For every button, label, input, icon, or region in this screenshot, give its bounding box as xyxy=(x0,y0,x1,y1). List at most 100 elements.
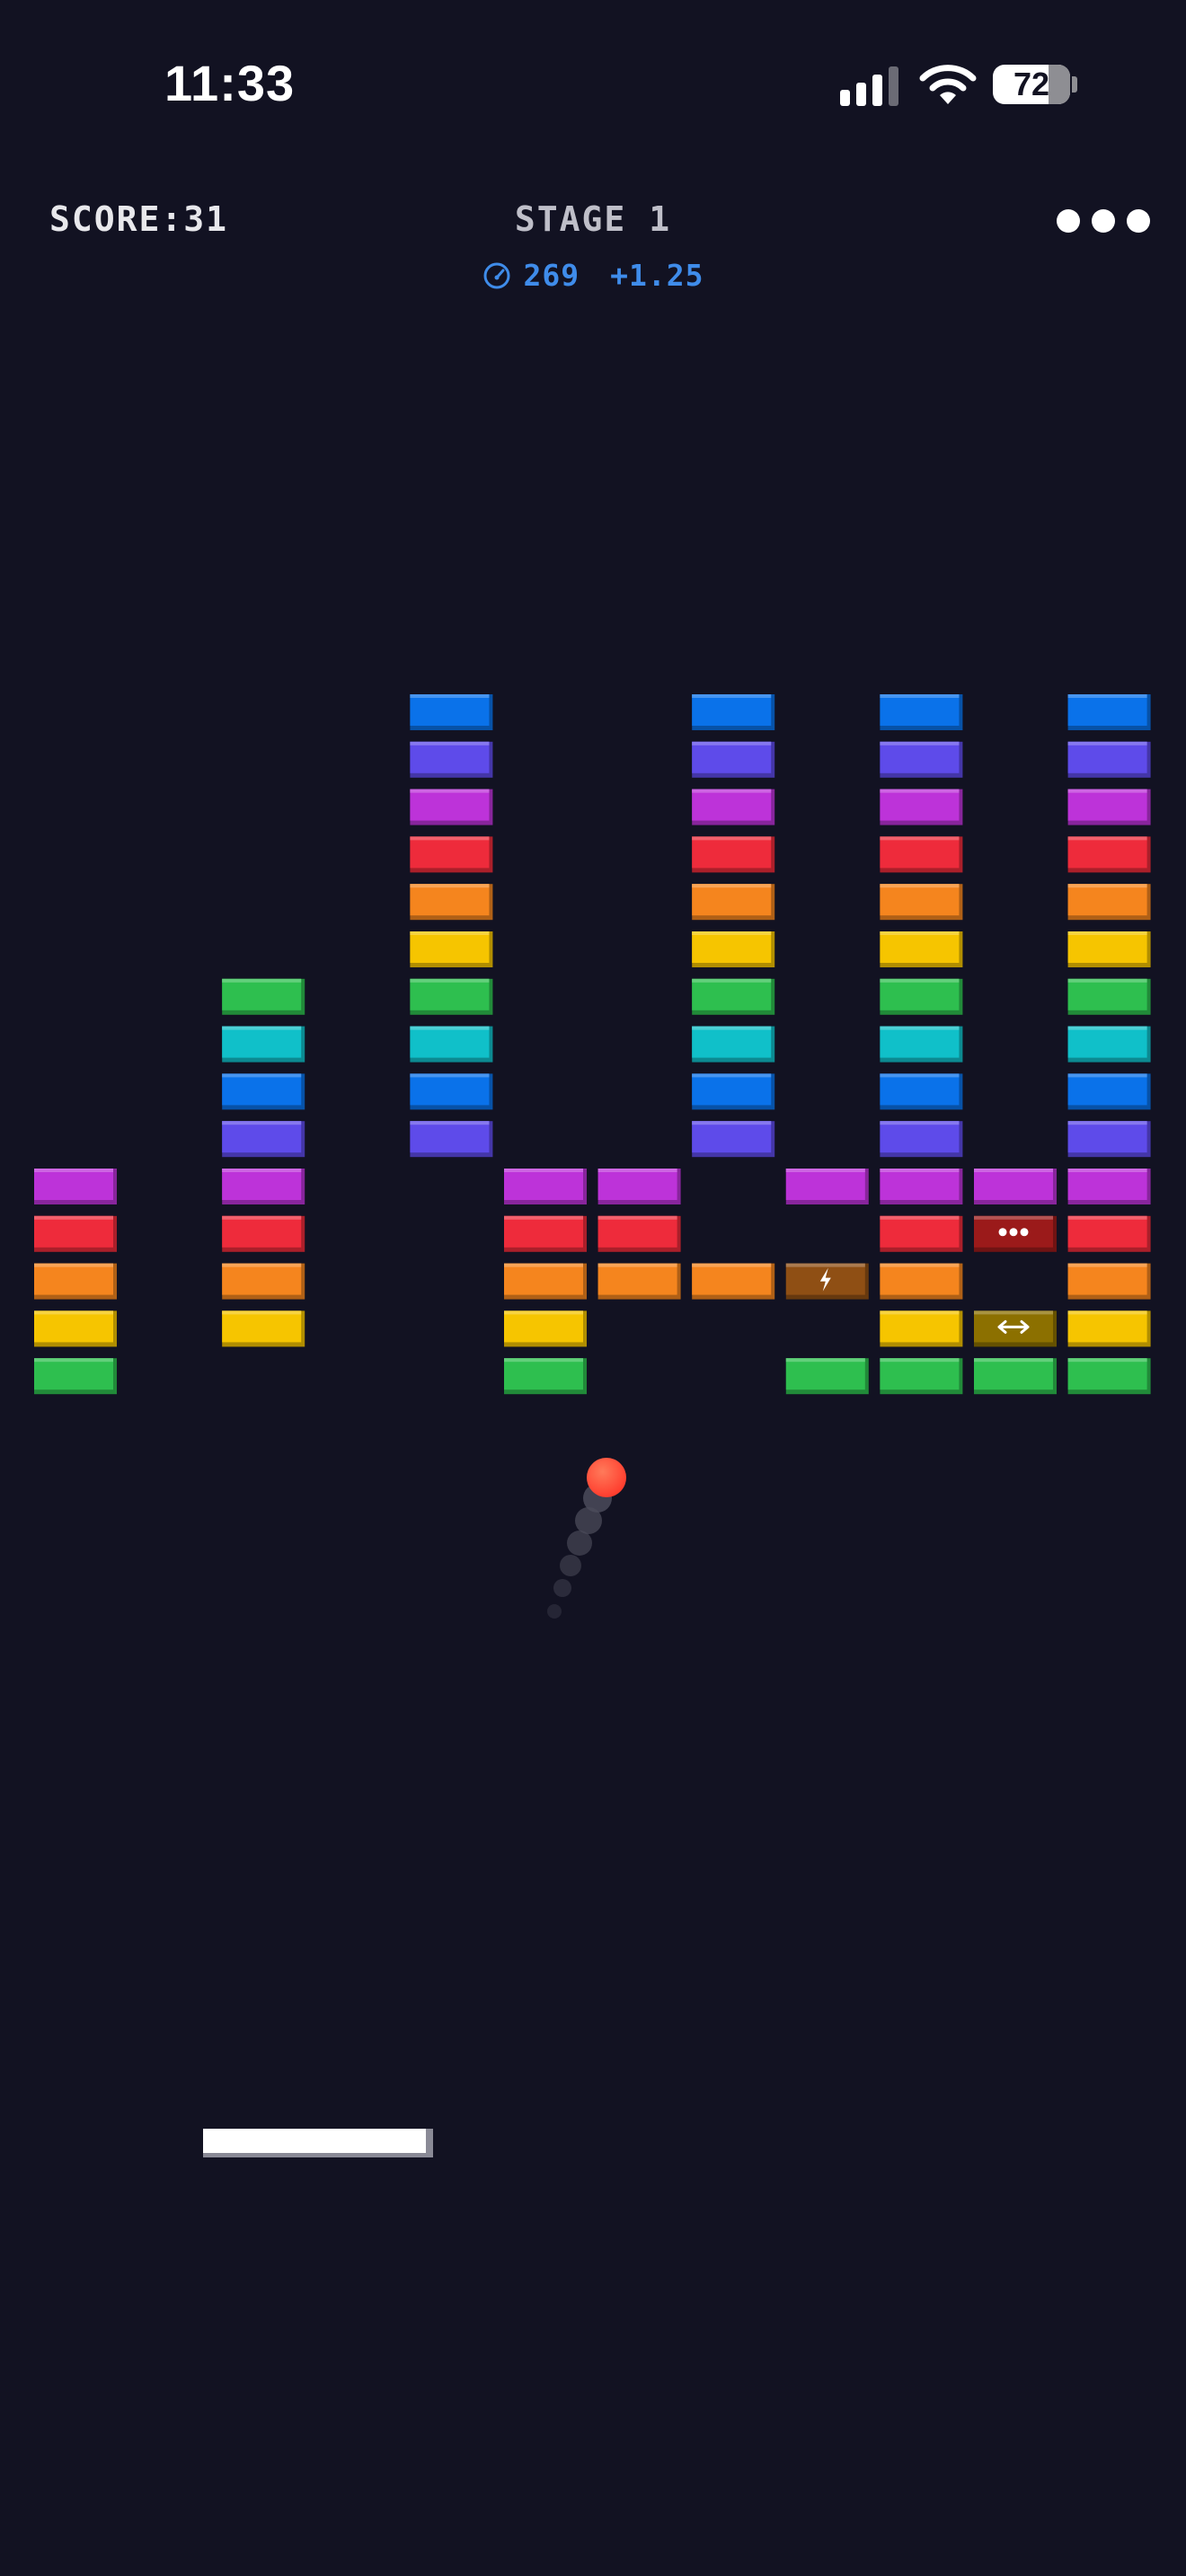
powerup-brick xyxy=(974,1310,1057,1347)
brick xyxy=(785,1358,869,1395)
brick xyxy=(880,1073,963,1110)
brick xyxy=(504,1215,587,1252)
brick xyxy=(34,1169,117,1204)
ball-trail xyxy=(547,1458,626,1619)
brick xyxy=(880,1026,963,1063)
brick xyxy=(504,1310,587,1347)
ball xyxy=(587,1458,626,1497)
more-menu-button[interactable] xyxy=(1057,203,1150,239)
brick xyxy=(597,1215,681,1252)
trail-dot xyxy=(567,1531,592,1556)
brick xyxy=(692,1121,775,1158)
brick xyxy=(410,836,493,873)
trail-dot xyxy=(553,1579,571,1597)
brick xyxy=(880,789,963,825)
brick xyxy=(34,1215,117,1252)
brick xyxy=(880,884,963,921)
brick xyxy=(1067,1310,1151,1347)
speed-display: 269 +1.25 xyxy=(0,258,1186,293)
brick xyxy=(692,741,775,778)
trail-dot xyxy=(575,1507,602,1534)
brick xyxy=(692,978,775,1015)
brick xyxy=(1067,1358,1151,1395)
game-stage[interactable]: 11:33 72 SCORE:31 STAGE 1 269 +1.25 xyxy=(0,0,1186,2576)
brick xyxy=(410,978,493,1015)
brick xyxy=(692,884,775,921)
brick xyxy=(410,1026,493,1063)
brick xyxy=(692,1263,775,1300)
brick xyxy=(1067,1263,1151,1300)
battery-tip xyxy=(1072,76,1077,93)
brick xyxy=(222,978,305,1015)
battery-level: 72 xyxy=(1013,66,1050,102)
stage-display: STAGE 1 xyxy=(0,199,1186,239)
brick xyxy=(504,1358,587,1395)
brick xyxy=(222,1215,305,1252)
brick xyxy=(1067,1026,1151,1063)
brick xyxy=(410,694,493,730)
brick xyxy=(34,1310,117,1347)
brick xyxy=(880,836,963,873)
brick xyxy=(1067,931,1151,967)
brick xyxy=(880,694,963,730)
brick xyxy=(692,836,775,873)
brick xyxy=(974,1358,1057,1395)
brick xyxy=(410,1121,493,1158)
brick xyxy=(1067,884,1151,921)
brick xyxy=(1067,836,1151,873)
brick xyxy=(692,1026,775,1063)
status-icons: 72 xyxy=(840,61,1083,111)
brick xyxy=(34,1263,117,1300)
brick xyxy=(410,789,493,825)
brick xyxy=(1067,1169,1151,1204)
brick xyxy=(34,1358,117,1395)
stage-value: 1 xyxy=(649,199,672,239)
brick xyxy=(880,931,963,967)
trail-dot xyxy=(547,1604,562,1619)
brick xyxy=(1067,694,1151,730)
paddle[interactable] xyxy=(203,2129,433,2157)
brick xyxy=(880,1310,963,1347)
brick xyxy=(692,789,775,825)
brick xyxy=(880,1121,963,1158)
brick xyxy=(1067,1215,1151,1252)
status-time: 11:33 xyxy=(164,55,296,111)
brick xyxy=(1067,1121,1151,1158)
battery-icon: 72 xyxy=(993,65,1070,104)
brick xyxy=(880,1263,963,1300)
signal-icon xyxy=(840,66,901,106)
stage-label: STAGE xyxy=(514,199,627,239)
brick xyxy=(1067,741,1151,778)
brick xyxy=(504,1263,587,1300)
expand-arrows-icon xyxy=(997,1319,1030,1334)
brick xyxy=(785,1169,869,1204)
brick xyxy=(692,694,775,730)
speed-bonus: +1.25 xyxy=(610,258,704,293)
brick xyxy=(692,1073,775,1110)
brick-grid xyxy=(34,694,1151,1395)
brick xyxy=(410,1073,493,1110)
powerup-brick xyxy=(974,1215,1057,1252)
brick xyxy=(410,741,493,778)
brick xyxy=(1067,978,1151,1015)
brick xyxy=(597,1263,681,1300)
brick xyxy=(410,931,493,967)
brick xyxy=(692,931,775,967)
brick xyxy=(597,1169,681,1204)
brick xyxy=(1067,1073,1151,1110)
brick xyxy=(974,1169,1057,1204)
brick xyxy=(880,1215,963,1252)
lightning-icon xyxy=(819,1267,831,1292)
brick xyxy=(222,1310,305,1347)
brick xyxy=(880,1169,963,1204)
speed-value: 269 xyxy=(523,258,580,293)
brick xyxy=(222,1073,305,1110)
brick xyxy=(222,1026,305,1063)
trail-dot xyxy=(560,1555,581,1576)
brick xyxy=(1067,789,1151,825)
brick xyxy=(410,884,493,921)
speedometer-icon xyxy=(483,262,510,288)
brick xyxy=(222,1169,305,1204)
brick xyxy=(880,741,963,778)
brick xyxy=(880,1358,963,1395)
